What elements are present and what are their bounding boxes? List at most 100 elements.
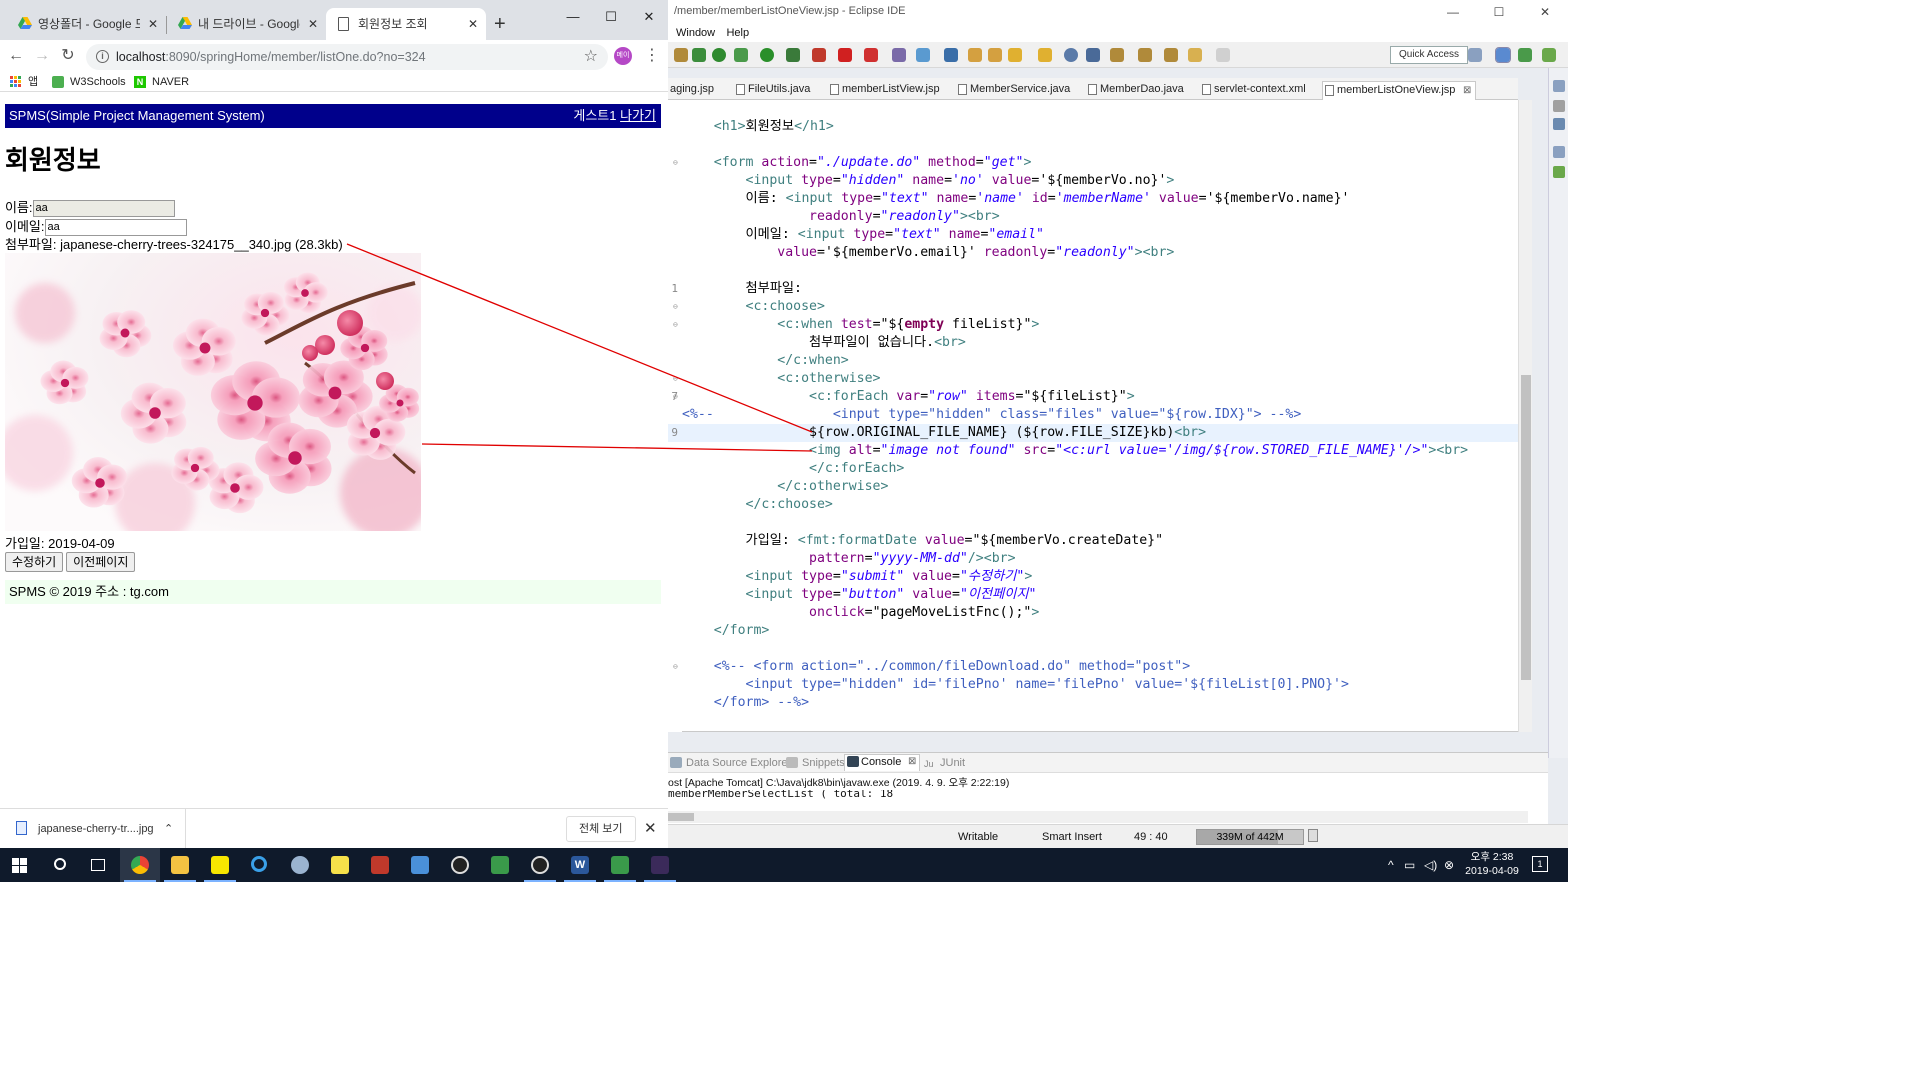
taskbar-app[interactable] — [600, 848, 640, 882]
address-bar[interactable]: i localhost:8090/springHome/member/listO… — [86, 44, 608, 70]
forward-icon[interactable] — [1216, 48, 1230, 62]
code-line[interactable]: <input type="hidden" id='filePno' name='… — [668, 676, 1518, 694]
external-tools-icon[interactable] — [864, 48, 878, 62]
code-line[interactable]: <input type="submit" value="수정하기"> — [668, 568, 1518, 586]
fold-toggle-icon[interactable]: ⊖ — [673, 658, 678, 676]
chevron-up-icon[interactable]: ^ — [1388, 857, 1394, 873]
browser-tab[interactable]: 영상폴더 - Google 드라이브 ✕ — [6, 8, 166, 40]
bookmark-apps[interactable]: 앱 — [10, 74, 38, 90]
code-line[interactable] — [668, 136, 1518, 154]
editor-tab[interactable]: servlet-context.xml — [1200, 81, 1306, 100]
debug-perspective-icon[interactable] — [1518, 48, 1532, 62]
previous-page-button[interactable]: 이전페이지 — [66, 552, 136, 572]
code-line[interactable]: </form> --%> — [668, 694, 1518, 712]
code-line[interactable]: <input type="button" value="이전페이지" — [668, 586, 1518, 604]
taskbar-app[interactable] — [400, 848, 440, 882]
edit-button[interactable]: 수정하기 — [5, 552, 64, 572]
info-icon[interactable]: i — [96, 50, 109, 63]
code-line[interactable]: <h1>회원정보</h1> — [668, 118, 1518, 136]
refresh-icon[interactable] — [692, 48, 706, 62]
code-line[interactable]: </c:forEach> — [668, 460, 1518, 478]
toolbar-tool-icon[interactable] — [674, 48, 688, 62]
code-line[interactable]: </c:otherwise> — [668, 478, 1518, 496]
taskbar-kakaotalk[interactable] — [200, 848, 240, 882]
close-icon[interactable]: ✕ — [644, 809, 657, 849]
code-line[interactable]: onclick="pageMoveListFnc();"> — [668, 604, 1518, 622]
fold-toggle-icon[interactable]: ⊖ — [673, 388, 678, 406]
editor-tab-active[interactable]: memberListOneView.jsp ⊠ — [1322, 81, 1477, 100]
quick-access-field[interactable]: Quick Access — [1390, 46, 1468, 64]
new-wizard-icon[interactable] — [916, 48, 930, 62]
debug-icon[interactable] — [786, 48, 800, 62]
reload-icon[interactable]: ↻ — [58, 46, 78, 66]
browser-tab[interactable]: 내 드라이브 - Google 드라이브 ✕ — [166, 8, 326, 40]
bookmark-naver[interactable]: N NAVER — [134, 74, 189, 90]
editor-scrollbar[interactable] — [1518, 100, 1532, 732]
taskbar-explorer[interactable] — [160, 848, 200, 882]
forward-arrow-icon[interactable]: → — [32, 46, 52, 66]
heap-status[interactable]: 339M of 442M — [1196, 829, 1304, 845]
open-perspective-icon[interactable] — [1468, 48, 1482, 62]
maximize-icon[interactable]: ☐ — [592, 0, 630, 34]
browser-tab-active[interactable]: 회원정보 조회 ✕ — [326, 8, 486, 40]
task-list-icon[interactable] — [1553, 118, 1565, 130]
code-line[interactable] — [668, 514, 1518, 532]
next-annotation-icon[interactable] — [1110, 48, 1124, 62]
editor-tab[interactable]: aging.jsp — [666, 81, 714, 100]
scrollbar-thumb[interactable] — [1521, 375, 1531, 680]
java-perspective-icon[interactable] — [1542, 48, 1556, 62]
code-line[interactable]: <%-- <input type="hidden" class="files" … — [668, 406, 1518, 424]
editor-tab[interactable]: FileUtils.java — [734, 81, 810, 100]
taskbar-word[interactable]: W — [560, 848, 600, 882]
code-line[interactable]: ⊖ <c:when test="${empty fileList}"> — [668, 316, 1518, 334]
fold-toggle-icon[interactable]: ⊖ — [673, 298, 678, 316]
trash-icon[interactable] — [1308, 829, 1318, 842]
taskbar-obs[interactable] — [440, 848, 480, 882]
pen-icon[interactable] — [1008, 48, 1022, 62]
email-field[interactable]: aa — [44, 219, 187, 237]
taskbar-obs[interactable] — [520, 848, 560, 882]
code-line[interactable]: </c:choose> — [668, 496, 1518, 514]
new-server-icon[interactable] — [892, 48, 906, 62]
code-line[interactable]: readonly="readonly"><br> — [668, 208, 1518, 226]
search-button[interactable] — [40, 848, 80, 882]
show-all-button[interactable]: 전체 보기 — [566, 816, 636, 842]
minimize-icon[interactable]: — — [554, 0, 592, 34]
restore-icon[interactable] — [1553, 80, 1565, 92]
back-icon[interactable] — [1188, 48, 1202, 62]
profile-avatar[interactable]: 메이 — [614, 47, 632, 65]
bookmark-star-icon[interactable]: ☆ — [584, 44, 598, 70]
code-line[interactable]: 이름: <input type="text" name='name' id='m… — [668, 190, 1518, 208]
fold-toggle-icon[interactable]: ⊖ — [673, 316, 678, 334]
close-icon[interactable]: ✕ — [1522, 0, 1568, 24]
tab-data-source-explorer[interactable]: Data Source Explorer — [670, 756, 791, 770]
prev-annotation-icon[interactable] — [1138, 48, 1152, 62]
code-line[interactable]: 가입일: <fmt:formatDate value="${memberVo.c… — [668, 532, 1518, 550]
chevron-up-icon[interactable]: ⌃ — [164, 809, 173, 849]
code-line[interactable]: ⊖ <c:choose> — [668, 298, 1518, 316]
fold-toggle-icon[interactable]: ⊖ — [673, 370, 678, 388]
stop-icon[interactable] — [838, 48, 852, 62]
close-icon[interactable]: ⊠ — [1463, 82, 1471, 99]
build-icon[interactable] — [734, 48, 748, 62]
taskbar-chrome[interactable] — [120, 848, 160, 882]
taskbar-app[interactable] — [480, 848, 520, 882]
task-view-button[interactable] — [78, 848, 118, 882]
restore-icon[interactable] — [1553, 146, 1565, 158]
menu-window[interactable]: Window — [676, 24, 715, 42]
code-line[interactable]: ⊖ <c:otherwise> — [668, 370, 1518, 388]
code-line[interactable] — [668, 640, 1518, 658]
markers-icon[interactable] — [1553, 166, 1565, 178]
volume-icon[interactable]: ◁) — [1424, 857, 1437, 873]
taskbar-app[interactable] — [360, 848, 400, 882]
code-line[interactable]: 이메일: <input type="text" name="email" — [668, 226, 1518, 244]
code-editor[interactable]: <h1>회원정보</h1> ⊖ <form action="./update.do… — [668, 100, 1518, 732]
tab-snippets[interactable]: Snippets — [786, 756, 845, 770]
network-icon[interactable]: ▭ — [1404, 857, 1415, 873]
code-line[interactable]: </c:when> — [668, 352, 1518, 370]
name-field[interactable]: aa — [32, 200, 175, 218]
fold-toggle-icon[interactable]: ⊖ — [673, 154, 678, 172]
globe-icon[interactable] — [1064, 48, 1078, 62]
code-line[interactable]: </form> — [668, 622, 1518, 640]
profile-icon[interactable] — [812, 48, 826, 62]
